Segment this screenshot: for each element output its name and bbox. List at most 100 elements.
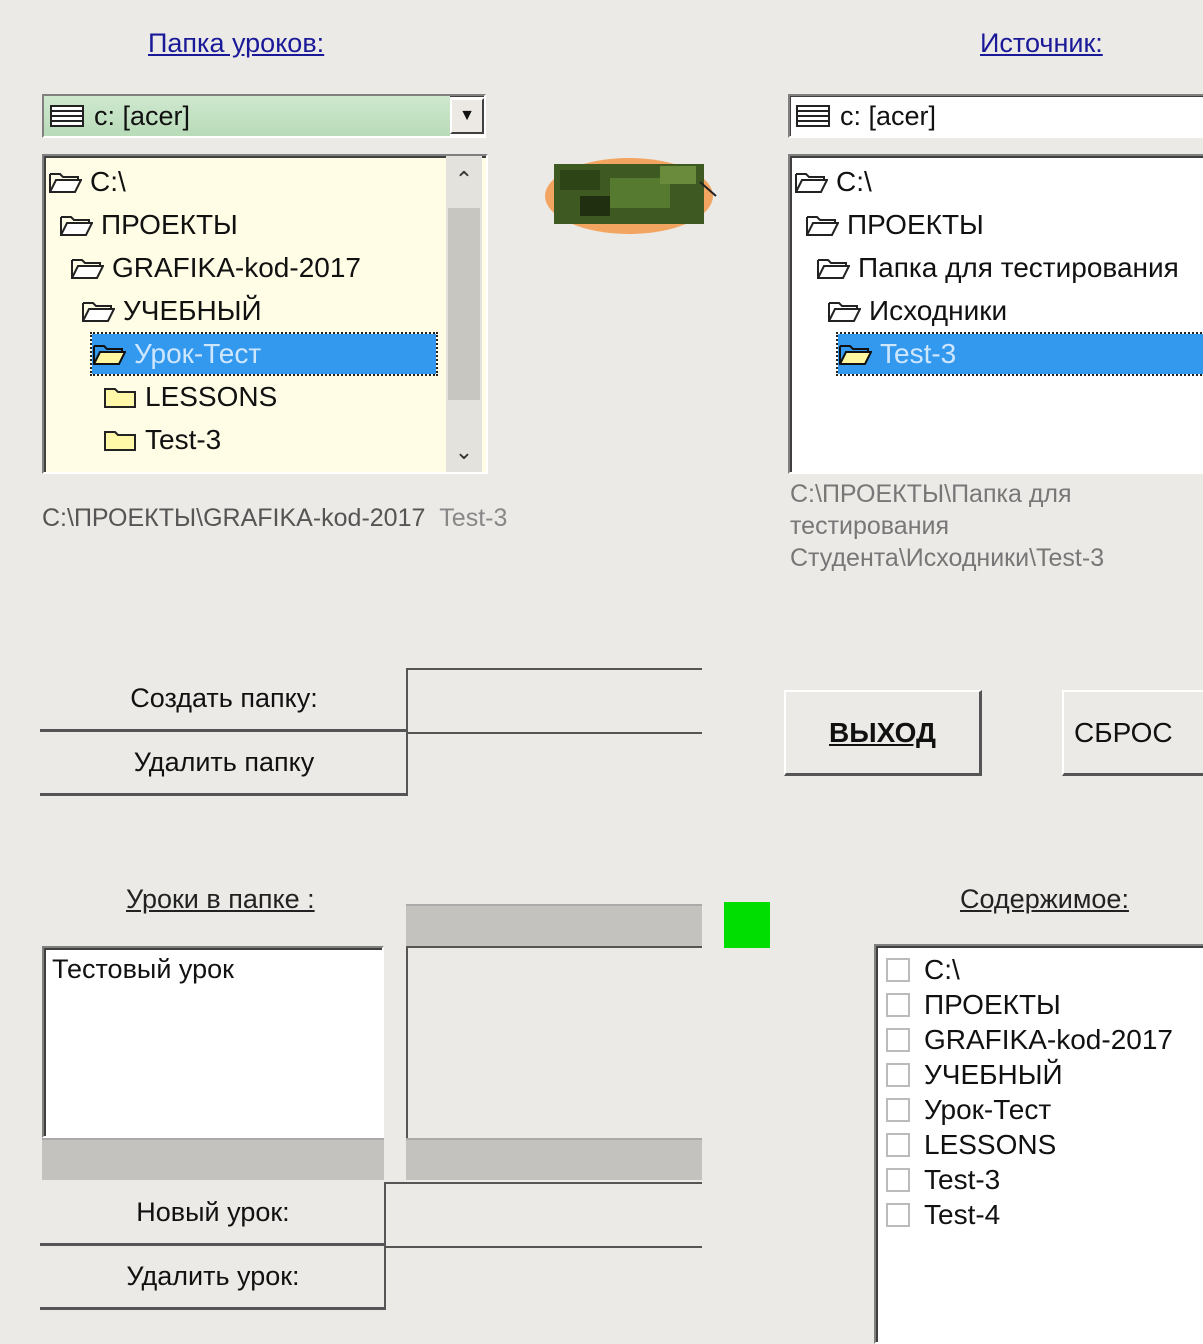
contents-item-label: Test-3 [924,1163,1001,1195]
lesson-folder-label: Папка уроков: [148,28,325,58]
tree-item-label: C:\ [90,166,126,197]
details-footer-bar [406,1138,702,1180]
delete-folder-button[interactable]: Удалить папку [40,732,408,796]
lesson-header-bar [406,904,702,948]
tree-item-label: LESSONS [145,381,278,412]
checkbox[interactable] [886,1132,910,1157]
folder-open-icon [92,342,126,366]
contents-item[interactable]: ПРОЕКТЫ [886,987,1061,1022]
left-tree-item[interactable]: C:\ [48,162,126,202]
left-tree-item[interactable]: Test-3 [103,420,221,460]
folder-open-icon [48,170,82,194]
tree-item-label: УЧЕБНЫЙ [123,295,262,326]
left-folder-tree[interactable]: C:\ ПРОЕКТЫ GRAFIKA-kod-2017 УЧЕБНЫЙ Урок-Те… [42,154,488,474]
left-tree-item[interactable]: LESSONS [103,377,277,417]
left-tree-item[interactable]: Урок-Тест [90,332,438,376]
left-tree-item[interactable]: ПРОЕКТЫ [59,205,238,245]
folder-icon [103,471,137,472]
left-drive-value: c: [acer] [94,100,191,131]
delete-lesson-input[interactable] [384,1246,702,1310]
tree-item-label: Test-3 [880,338,957,369]
folder-open-icon [59,213,93,237]
contents-item[interactable]: УЧЕБНЫЙ [886,1057,1063,1092]
left-path: C:\ПРОЕКТЫ\GRAFIKA-kod-2017 Test-3 [42,504,508,532]
right-tree-item[interactable]: Test-3 [836,332,1203,376]
folder-icon [103,428,137,452]
lessons-list[interactable]: Тестовый урок [42,946,384,1138]
reset-button[interactable]: СБРОС [1062,690,1203,776]
checkbox[interactable] [886,957,910,982]
right-tree-item[interactable]: Папка для тестирования [816,248,1179,288]
contents-item-label: LESSONS [924,1128,1057,1160]
contents-item[interactable]: Урок-Тест [886,1092,1051,1127]
status-indicator [724,902,770,948]
new-lesson-input[interactable] [384,1182,702,1246]
contents-item[interactable]: Test-4 [886,1197,1000,1232]
contents-item[interactable]: LESSONS [886,1127,1056,1162]
folder-open-icon [816,256,850,280]
contents-item-label: Test-4 [924,1198,1001,1230]
contents-label: Содержимое: [960,884,1129,914]
create-folder-input[interactable] [406,668,702,732]
chevron-down-icon[interactable]: ▼ [450,98,484,134]
contents-item-label: УЧЕБНЫЙ [924,1058,1063,1090]
checkbox[interactable] [886,992,910,1017]
contents-list[interactable]: C:\ ПРОЕКТЫ GRAFIKA-kod-2017 УЧЕБНЫЙ Урок-Те… [874,944,1203,1344]
folder-open-icon [805,213,839,237]
right-drive-value: c: [acer] [840,100,937,131]
checkbox[interactable] [886,1167,910,1192]
folder-open-icon [70,256,104,280]
right-tree-item[interactable]: ПРОЕКТЫ [805,205,984,245]
lessons-in-folder-label: Уроки в папке : [126,884,315,914]
create-folder-button[interactable]: Создать папку: [40,668,408,732]
tree-item-label: C:\ [836,166,872,197]
exit-button[interactable]: ВЫХОД [784,690,982,776]
tree-item-label: ПРОЕКТЫ [847,209,984,240]
checkbox[interactable] [886,1027,910,1052]
delete-lesson-button[interactable]: Удалить урок: [40,1246,386,1310]
scroll-down-icon[interactable]: ⌄ [446,434,482,470]
right-tree-item[interactable]: Исходники [827,291,1007,331]
left-tree-scrollbar[interactable]: ⌃ ⌄ [446,156,482,472]
right-tree-item[interactable]: C:\ [794,162,872,202]
right-path: C:\ПРОЕКТЫ\Папка для тестирования Студен… [790,480,1105,572]
contents-item[interactable]: GRAFIKA-kod-2017 [886,1022,1173,1057]
tree-item-label: Урок-Тест [134,338,262,369]
left-drive-select[interactable]: c: [acer] ▼ [42,94,486,138]
lesson-details-panel [406,946,702,1138]
delete-folder-input[interactable] [406,732,702,796]
folder-icon [103,385,137,409]
checkbox[interactable] [886,1097,910,1122]
checkbox[interactable] [886,1062,910,1087]
tree-item-label: Папка для тестирования [858,252,1179,283]
folder-open-icon [827,299,861,323]
drive-icon [50,105,84,127]
contents-item[interactable]: C:\ [886,952,960,987]
checkbox[interactable] [886,1202,910,1227]
thumbnail-image [540,152,718,236]
scroll-thumb[interactable] [448,208,480,400]
lessons-footer-bar [42,1138,384,1180]
contents-item-label: C:\ [924,953,960,985]
right-drive-select[interactable]: c: [acer] [788,94,1203,138]
contents-item[interactable]: Test-3 [886,1162,1000,1197]
contents-item-label: Урок-Тест [924,1093,1052,1125]
tree-item-label: Test-4 [145,467,221,472]
tree-item-label: ПРОЕКТЫ [101,209,238,240]
folder-open-icon [838,342,872,366]
drive-icon [796,105,830,127]
new-lesson-button[interactable]: Новый урок: [40,1182,386,1246]
tree-item-label: Test-3 [145,424,222,455]
folder-open-icon [81,299,115,323]
contents-item-label: GRAFIKA-kod-2017 [924,1023,1173,1055]
folder-open-icon [794,170,828,194]
left-tree-item[interactable]: Test-4 [103,463,221,472]
lesson-list-item[interactable]: Тестовый урок [52,954,234,985]
right-folder-tree[interactable]: C:\ ПРОЕКТЫ Папка для тестирования Исходник… [788,154,1203,474]
left-tree-item[interactable]: УЧЕБНЫЙ [81,291,262,331]
left-tree-item[interactable]: GRAFIKA-kod-2017 [70,248,361,288]
source-label: Источник: [980,28,1103,58]
scroll-up-icon[interactable]: ⌃ [446,162,482,198]
tree-item-label: GRAFIKA-kod-2017 [112,252,361,283]
contents-item-label: ПРОЕКТЫ [924,988,1061,1020]
